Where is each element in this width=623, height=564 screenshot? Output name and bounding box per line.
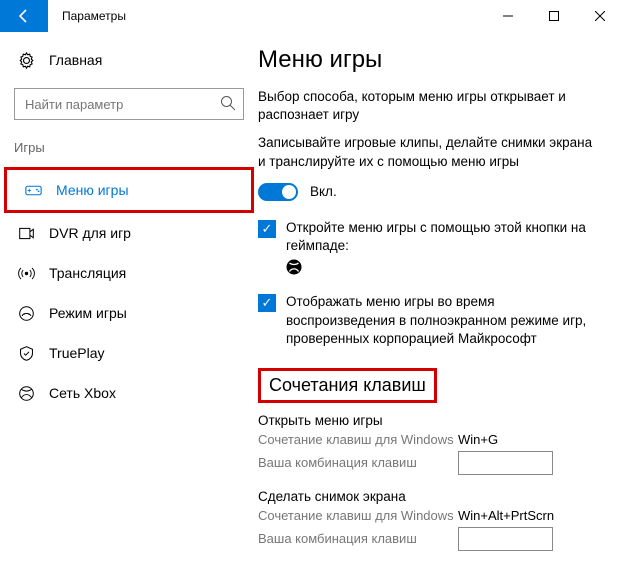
nav-label: Меню игры: [56, 182, 129, 198]
xbox-network-icon: [18, 385, 35, 402]
xbox-button-icon: [286, 259, 601, 279]
search-icon: [220, 95, 236, 116]
shortcuts-heading: Сочетания клавиш: [258, 368, 437, 403]
sidebar-item-xbox-network[interactable]: Сеть Xbox: [0, 373, 258, 413]
shortcut-user-label: Ваша комбинация клавиш: [258, 455, 458, 470]
checkbox-gamepad-label: Откройте меню игры с помощью этой кнопки…: [286, 219, 601, 255]
nav-label: DVR для игр: [49, 225, 131, 241]
game-mode-icon: [18, 305, 35, 322]
shortcut-windows-label: Сочетание клавиш для Windows: [258, 432, 458, 447]
shortcut-group-screenshot: Сделать снимок экрана Сочетание клавиш д…: [258, 489, 601, 551]
shortcut-user-input-screenshot[interactable]: [458, 527, 553, 551]
sidebar-item-broadcast[interactable]: Трансляция: [0, 253, 258, 293]
shortcut-title: Сделать снимок экрана: [258, 489, 601, 504]
checkbox-fullscreen-label: Отображать меню игры во время воспроизве…: [286, 293, 601, 348]
toggle-label: Вкл.: [310, 184, 337, 199]
checkbox-gamepad[interactable]: ✓: [258, 220, 276, 238]
nav-label: Режим игры: [49, 305, 127, 321]
sidebar-highlight: Меню игры: [4, 167, 254, 213]
dvr-icon: [18, 225, 35, 242]
nav-label: Трансляция: [49, 265, 126, 281]
game-bar-icon: [25, 182, 42, 199]
shortcut-windows-label: Сочетание клавиш для Windows: [258, 508, 458, 523]
page-desc-2: Записывайте игровые клипы, делайте снимк…: [258, 134, 601, 170]
shortcut-user-input-open[interactable]: [458, 451, 553, 475]
page-desc-1: Выбор способа, которым меню игры открыва…: [258, 88, 601, 124]
checkbox-fullscreen[interactable]: ✓: [258, 294, 276, 312]
minimize-button[interactable]: [485, 0, 531, 32]
broadcast-icon: [18, 265, 35, 282]
shortcut-title: Открыть меню игры: [258, 413, 601, 428]
window-title: Параметры: [48, 9, 485, 23]
nav-label: Сеть Xbox: [49, 385, 116, 401]
sidebar-item-trueplay[interactable]: TruePlay: [0, 333, 258, 373]
nav-label: TruePlay: [49, 345, 105, 361]
shortcut-windows-value: Win+Alt+PrtScrn: [458, 508, 554, 523]
sidebar-item-dvr[interactable]: DVR для игр: [0, 213, 258, 253]
sidebar-item-game-mode[interactable]: Режим игры: [0, 293, 258, 333]
sidebar-home[interactable]: Главная: [0, 40, 258, 80]
maximize-button[interactable]: [531, 0, 577, 32]
shortcut-group-open: Открыть меню игры Сочетание клавиш для W…: [258, 413, 601, 475]
page-title: Меню игры: [258, 46, 601, 74]
gear-icon: [18, 52, 35, 69]
shortcut-windows-value: Win+G: [458, 432, 498, 447]
shortcut-user-label: Ваша комбинация клавиш: [258, 531, 458, 546]
back-button[interactable]: [0, 0, 48, 32]
search-input[interactable]: [14, 88, 244, 120]
game-bar-toggle[interactable]: [258, 183, 298, 201]
trueplay-icon: [18, 345, 35, 362]
sidebar-item-game-bar[interactable]: Меню игры: [7, 170, 251, 210]
sidebar-home-label: Главная: [49, 52, 102, 68]
sidebar-category: Игры: [0, 134, 258, 167]
close-button[interactable]: [577, 0, 623, 32]
